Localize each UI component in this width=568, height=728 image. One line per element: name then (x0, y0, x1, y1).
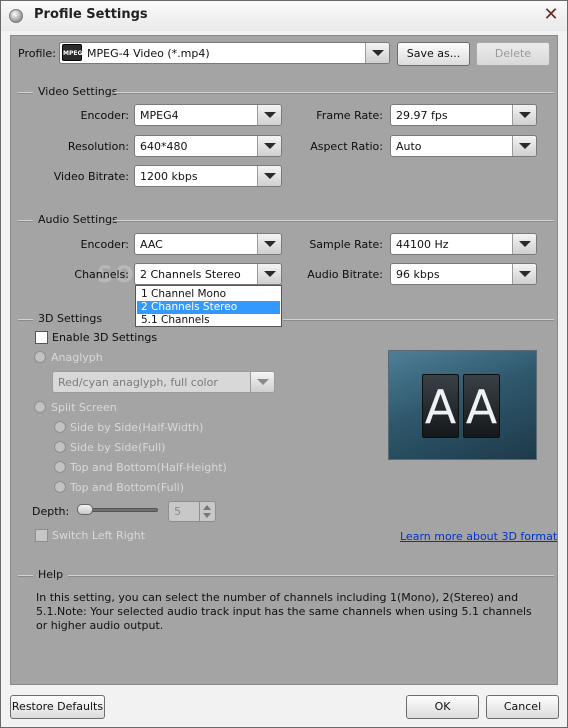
audio-encoder-select[interactable]: AAC (134, 233, 282, 255)
split-option-radio[interactable] (54, 441, 66, 453)
divider (18, 220, 33, 222)
frame-rate-value: 29.97 fps (396, 109, 448, 122)
switch-left-right-label: Switch Left Right (52, 529, 146, 542)
chevron-down-icon[interactable] (512, 105, 536, 125)
channel-option[interactable]: 1 Channel Mono (137, 288, 280, 301)
chevron-down-icon[interactable] (365, 43, 389, 63)
sample-rate-label: Sample Rate: (309, 238, 383, 251)
audio-settings-heading: Audio Settings (38, 213, 118, 226)
sample-rate-value: 44100 Hz (396, 238, 449, 251)
aspect-ratio-select[interactable]: Auto (390, 135, 537, 157)
depth-spinbox[interactable]: 5 (168, 501, 216, 522)
audio-bitrate-label: Audio Bitrate: (307, 268, 383, 281)
channels-dropdown-list: 1 Channel Mono 2 Channels Stereo 5.1 Cha… (135, 285, 282, 327)
title-bar: Profile Settings ✕ (1, 1, 567, 31)
sample-rate-select[interactable]: 44100 Hz (390, 233, 537, 255)
learn-more-3d-link[interactable]: Learn more about 3D format (400, 530, 557, 543)
arrow-down-icon[interactable] (203, 513, 211, 518)
close-icon[interactable]: ✕ (541, 5, 561, 25)
help-heading: Help (38, 568, 64, 581)
split-option-radio[interactable] (54, 461, 66, 473)
cancel-button[interactable]: Cancel (486, 695, 559, 719)
channel-option[interactable]: 5.1 Channels (137, 314, 280, 327)
split-option-label: Side by Side(Half-Width) (70, 421, 204, 434)
chevron-down-icon[interactable] (257, 105, 281, 125)
anaglyph-value: Red/cyan anaglyph, full color (58, 376, 218, 389)
audio-encoder-value: AAC (140, 238, 163, 251)
window-title: Profile Settings (34, 7, 148, 22)
chevron-down-icon[interactable] (257, 264, 281, 284)
save-as-button[interactable]: Save as... (397, 42, 470, 66)
split-option-radio[interactable] (54, 481, 66, 493)
resolution-select[interactable]: 640*480 (134, 135, 282, 157)
anaglyph-radio[interactable] (34, 351, 46, 363)
depth-label: Depth: (32, 505, 70, 518)
chevron-down-icon[interactable] (512, 234, 536, 254)
mpeg-file-icon: MPEG (62, 44, 82, 61)
video-settings-heading: Video Settings (38, 85, 118, 98)
chevron-down-icon[interactable] (257, 136, 281, 156)
profile-label: Profile: (18, 47, 56, 60)
3d-settings-heading: 3D Settings (38, 312, 103, 325)
chevron-down-icon[interactable] (512, 264, 536, 284)
video-encoder-label: Encoder: (80, 109, 130, 122)
video-bitrate-label: Video Bitrate: (53, 170, 129, 183)
app-icon (9, 9, 23, 23)
preview-letter-tile: A (463, 374, 500, 438)
audio-encoder-label: Encoder: (80, 238, 130, 251)
split-option-radio[interactable] (54, 421, 66, 433)
divider (18, 92, 33, 94)
profile-value: MPEG-4 Video (*.mp4) (87, 47, 210, 60)
delete-button[interactable]: Delete (476, 42, 550, 66)
video-encoder-value: MPEG4 (140, 109, 179, 122)
restore-defaults-button[interactable]: Restore Defaults (10, 695, 105, 719)
switch-left-right-checkbox[interactable] (35, 529, 48, 542)
channels-select[interactable]: 2 Channels Stereo (134, 263, 282, 285)
divider (18, 319, 33, 321)
audio-bitrate-value: 96 kbps (396, 268, 440, 281)
audio-bitrate-select[interactable]: 96 kbps (390, 263, 537, 285)
channel-option-selected[interactable]: 2 Channels Stereo (137, 301, 280, 314)
anaglyph-label: Anaglyph (51, 351, 103, 364)
channels-label: Channels: (74, 268, 129, 281)
chevron-down-icon[interactable] (250, 372, 274, 392)
divider (18, 575, 33, 577)
split-option-label: Side by Side(Full) (70, 441, 166, 454)
video-bitrate-value: 1200 kbps (140, 170, 198, 183)
resolution-label: Resolution: (67, 140, 129, 153)
resolution-value: 640*480 (140, 140, 188, 153)
split-option-label: Top and Bottom(Full) (70, 481, 184, 494)
help-text: In this setting, you can select the numb… (36, 591, 532, 632)
channels-value: 2 Channels Stereo (140, 268, 241, 281)
preview-letter-tile: A (422, 374, 459, 438)
chevron-down-icon[interactable] (257, 234, 281, 254)
profile-settings-window: Profile Settings ✕ Profile: MPEG-4 Video… (0, 0, 568, 728)
depth-value: 5 (174, 505, 181, 518)
profile-select[interactable]: MPEG-4 Video (*.mp4) (59, 42, 390, 64)
anaglyph-select[interactable]: Red/cyan anaglyph, full color (52, 371, 275, 393)
split-screen-radio[interactable] (34, 401, 46, 413)
split-screen-label: Split Screen (51, 401, 117, 414)
chevron-down-icon[interactable] (257, 166, 281, 186)
video-encoder-select[interactable]: MPEG4 (134, 104, 282, 126)
frame-rate-select[interactable]: 29.97 fps (390, 104, 537, 126)
video-bitrate-select[interactable]: 1200 kbps (134, 165, 282, 187)
ok-button[interactable]: OK (406, 695, 479, 719)
3d-preview-image: A A (388, 350, 537, 460)
divider (283, 319, 554, 321)
chevron-down-icon[interactable] (512, 136, 536, 156)
divider (68, 575, 554, 577)
frame-rate-label: Frame Rate: (316, 109, 383, 122)
enable-3d-label: Enable 3D Settings (52, 331, 158, 344)
depth-slider-thumb[interactable] (77, 504, 93, 515)
arrow-up-icon[interactable] (203, 505, 211, 510)
spin-buttons (199, 502, 215, 521)
divider (114, 220, 554, 222)
enable-3d-checkbox[interactable] (35, 331, 48, 344)
aspect-ratio-label: Aspect Ratio: (310, 140, 383, 153)
split-option-label: Top and Bottom(Half-Height) (70, 461, 227, 474)
divider (114, 92, 554, 94)
aspect-ratio-value: Auto (396, 140, 422, 153)
